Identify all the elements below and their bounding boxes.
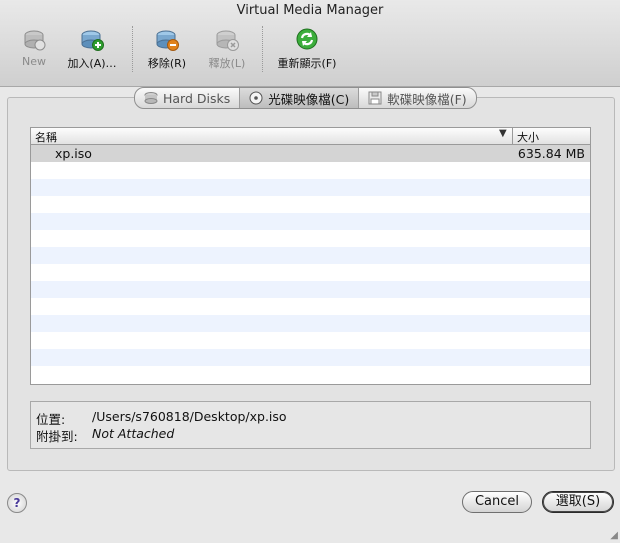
disk-release-icon [216, 30, 239, 51]
virtual-media-manager-window: Virtual Media Manager New 加入(A)… 移除(R) 釋… [0, 0, 620, 543]
tab-floppy-images-label: 軟碟映像檔(F) [387, 91, 467, 107]
list-item-empty [31, 247, 590, 264]
list-item-empty [31, 196, 590, 213]
disk-new-icon [24, 30, 46, 51]
new-label: New [22, 55, 46, 68]
column-header-size[interactable]: 大小 [517, 129, 539, 145]
disk-remove-icon [156, 30, 179, 51]
list-rows: xp.iso 635.84 MB [31, 145, 590, 383]
resize-grip-icon[interactable]: ◢ [610, 530, 618, 541]
disk-add-icon [81, 30, 104, 51]
tab-cd-images[interactable]: 光碟映像檔(C) [240, 88, 360, 108]
item-name: xp.iso [55, 146, 92, 161]
select-button[interactable]: 選取(S) [542, 491, 614, 513]
add-label: 加入(A)… [67, 57, 117, 70]
list-item[interactable]: xp.iso 635.84 MB [31, 145, 590, 162]
list-item-empty [31, 281, 590, 298]
remove-button[interactable]: 移除(R) [135, 26, 199, 71]
attached-label: 附掛到: [36, 429, 78, 444]
floppy-icon [368, 91, 382, 105]
media-info-box: 位置: /Users/s760818/Desktop/xp.iso 附掛到: N… [30, 401, 591, 449]
hard-disk-icon [144, 92, 158, 104]
list-item-empty [31, 332, 590, 349]
list-item-empty [31, 162, 590, 179]
toolbar-separator [132, 26, 133, 72]
list-item-empty [31, 366, 590, 383]
list-item-empty [31, 230, 590, 247]
tab-floppy-images[interactable]: 軟碟映像檔(F) [359, 88, 475, 108]
column-divider [512, 128, 513, 144]
location-value: /Users/s760818/Desktop/xp.iso [92, 409, 287, 424]
window-title: Virtual Media Manager [236, 3, 384, 18]
cancel-button[interactable]: Cancel [462, 491, 532, 513]
tab-hard-disks[interactable]: Hard Disks [135, 88, 241, 108]
tab-cd-images-label: 光碟映像檔(C) [268, 91, 350, 107]
media-type-tabs: Hard Disks 光碟映像檔(C) 軟碟映像檔(F) [134, 87, 477, 109]
release-button[interactable]: 釋放(L) [195, 26, 259, 71]
list-header: 名稱 ▼ 大小 [31, 128, 590, 145]
list-item-empty [31, 213, 590, 230]
attached-value: Not Attached [92, 426, 175, 441]
item-size: 635.84 MB [517, 146, 585, 161]
refresh-label: 重新顯示(F) [277, 57, 337, 70]
cd-icon [249, 91, 263, 105]
toolbar: Virtual Media Manager New 加入(A)… 移除(R) 釋… [0, 0, 620, 87]
release-label: 釋放(L) [208, 57, 246, 70]
media-list[interactable]: 名稱 ▼ 大小 xp.iso 635.84 MB [30, 127, 591, 385]
remove-label: 移除(R) [147, 57, 187, 70]
list-item-empty [31, 315, 590, 332]
refresh-icon [296, 28, 318, 50]
list-item-empty [31, 264, 590, 281]
add-button[interactable]: 加入(A)… [60, 26, 124, 71]
refresh-button[interactable]: 重新顯示(F) [268, 26, 346, 71]
list-item-empty [31, 179, 590, 196]
column-header-name[interactable]: 名稱 [35, 129, 57, 145]
list-item-empty [31, 298, 590, 315]
list-item-empty [31, 349, 590, 366]
help-button[interactable]: ? [7, 493, 27, 513]
sort-down-icon: ▼ [499, 128, 507, 139]
toolbar-separator [262, 26, 263, 72]
tab-hard-disks-label: Hard Disks [163, 90, 231, 106]
new-button[interactable]: New [2, 26, 66, 68]
